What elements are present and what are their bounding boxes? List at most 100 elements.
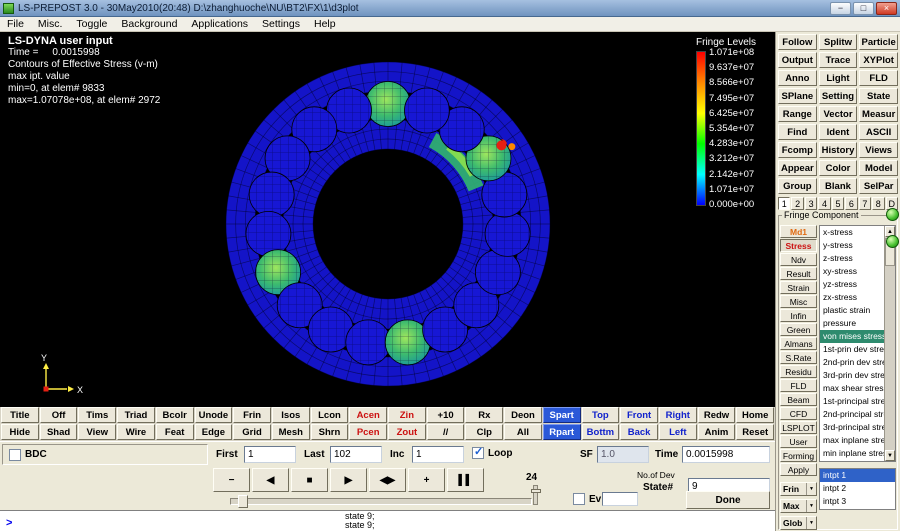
toolbar-button-grid[interactable]: Grid [233,424,271,440]
toolbar-button-idx11[interactable]: // [427,424,465,440]
panel-button-appear[interactable]: Appear [778,160,817,176]
category-result[interactable]: Result [780,267,817,280]
green-sphere-icon[interactable] [886,208,899,221]
play-reverse-button[interactable]: ◀ [252,468,289,492]
bdc-checkbox[interactable] [9,449,21,461]
toolbar-button-view[interactable]: View [78,424,116,440]
panel-button-find[interactable]: Find [778,124,817,140]
toolbar-button-zin[interactable]: Zin [388,407,426,423]
toolbar-button-triad[interactable]: Triad [117,407,155,423]
toolbar-button-anim[interactable]: Anim [698,424,736,440]
menu-settings[interactable]: Settings [255,17,307,31]
toolbar-button-feat[interactable]: Feat [156,424,194,440]
toolbar-button-left[interactable]: Left [659,424,697,440]
dropdown-max[interactable]: Max▼ [780,499,817,513]
category-cfd[interactable]: CFD [780,407,817,420]
category-residu[interactable]: Residu [780,365,817,378]
toolbar-button-rpart[interactable]: Rpart [543,424,581,440]
green-sphere-icon[interactable] [886,235,899,248]
panel-button-history[interactable]: History [819,142,858,158]
panel-button-light[interactable]: Light [819,70,858,86]
category-ndv[interactable]: Ndv [780,253,817,266]
category-beam[interactable]: Beam [780,393,817,406]
toolbar-button-back[interactable]: Back [620,424,658,440]
category-almans[interactable]: Almans [780,337,817,350]
toolbar-button-shrn[interactable]: Shrn [311,424,349,440]
state-slider[interactable] [230,498,532,505]
speed-up-button[interactable]: + [408,468,445,492]
panel-button-ascii[interactable]: ASCII [859,124,898,140]
panel-button-trace[interactable]: Trace [819,52,858,68]
panel-button-splitw[interactable]: Splitw [819,34,858,50]
toolbar-button-clp[interactable]: Clp [465,424,503,440]
page-button-8[interactable]: 8 [872,197,884,210]
menu-applications[interactable]: Applications [184,17,255,31]
toolbar-button-deon[interactable]: Deon [504,407,542,423]
toolbar-button-reset[interactable]: Reset [736,424,774,440]
panel-button-vector[interactable]: Vector [819,106,858,122]
menu-background[interactable]: Background [114,17,184,31]
panel-button-group[interactable]: Group [778,178,817,194]
category-green[interactable]: Green [780,323,817,336]
panel-button-measur[interactable]: Measur [859,106,898,122]
toolbar-button-bottm[interactable]: Bottm [582,424,620,440]
toolbar-button-top[interactable]: Top [582,407,620,423]
inc-input[interactable] [412,446,464,463]
panel-button-particle[interactable]: Particle [859,34,898,50]
command-prompt[interactable]: > [6,517,12,529]
panel-button-follow[interactable]: Follow [778,34,817,50]
last-input[interactable] [330,446,382,463]
panel-button-splane[interactable]: SPlane [778,88,817,104]
toolbar-button-tims[interactable]: Tims [78,407,116,423]
speed-slider[interactable] [533,485,538,505]
step-button[interactable]: ◀▶ [369,468,406,492]
minimize-button[interactable]: − [830,2,851,15]
category-strain[interactable]: Strain [780,281,817,294]
menu-misc[interactable]: Misc. [31,17,70,31]
menu-file[interactable]: File [0,17,31,31]
page-button-3[interactable]: 3 [805,197,817,210]
panel-button-blank[interactable]: Blank [819,178,858,194]
close-button[interactable]: × [876,2,897,15]
toolbar-button-redw[interactable]: Redw [698,407,736,423]
speed-slider-thumb[interactable] [531,489,541,493]
toolbar-button-right[interactable]: Right [659,407,697,423]
maximize-button[interactable]: □ [853,2,874,15]
state-slider-thumb[interactable] [238,495,248,508]
category-s-rate[interactable]: S.Rate [780,351,817,364]
first-input[interactable] [244,446,296,463]
panel-button-color[interactable]: Color [819,160,858,176]
intpt-item-intpt-2[interactable]: intpt 2 [820,482,895,495]
toolbar-button-bcolr[interactable]: Bcolr [156,407,194,423]
panel-button-range[interactable]: Range [778,106,817,122]
title-bar[interactable]: LS-PREPOST 3.0 - 30May2010(20:48) D:\zha… [0,0,900,17]
toolbar-button-frin[interactable]: Frin [233,407,271,423]
menu-toggle[interactable]: Toggle [69,17,114,31]
category-stress[interactable]: Stress [780,239,817,252]
speed-down-button[interactable]: − [213,468,250,492]
panel-button-fld[interactable]: FLD [859,70,898,86]
category-md1[interactable]: Md1 [780,225,817,238]
toolbar-button-hide[interactable]: Hide [1,424,39,440]
loop-checkbox[interactable] [472,447,484,459]
toolbar-button-spart[interactable]: Spart [543,407,581,423]
page-button-6[interactable]: 6 [845,197,857,210]
toolbar-button-off[interactable]: Off [40,407,78,423]
stop-button[interactable]: ■ [291,468,328,492]
panel-button-fcomp[interactable]: Fcomp [778,142,817,158]
toolbar-button-unode[interactable]: Unode [195,407,233,423]
toolbar-button-front[interactable]: Front [620,407,658,423]
panel-button-views[interactable]: Views [859,142,898,158]
menu-help[interactable]: Help [307,17,343,31]
toolbar-button-mesh[interactable]: Mesh [272,424,310,440]
panel-button-setting[interactable]: Setting [819,88,858,104]
intpt-item-intpt-3[interactable]: intpt 3 [820,495,895,508]
category-fld[interactable]: FLD [780,379,817,392]
toolbar-button-all[interactable]: All [504,424,542,440]
sf-input[interactable] [597,446,649,463]
done-button[interactable]: Done [686,491,770,509]
toolbar-button-wire[interactable]: Wire [117,424,155,440]
toolbar-button-home[interactable]: Home [736,407,774,423]
toolbar-button-rx[interactable]: Rx [465,407,503,423]
toolbar-button-pcen[interactable]: Pcen [349,424,387,440]
